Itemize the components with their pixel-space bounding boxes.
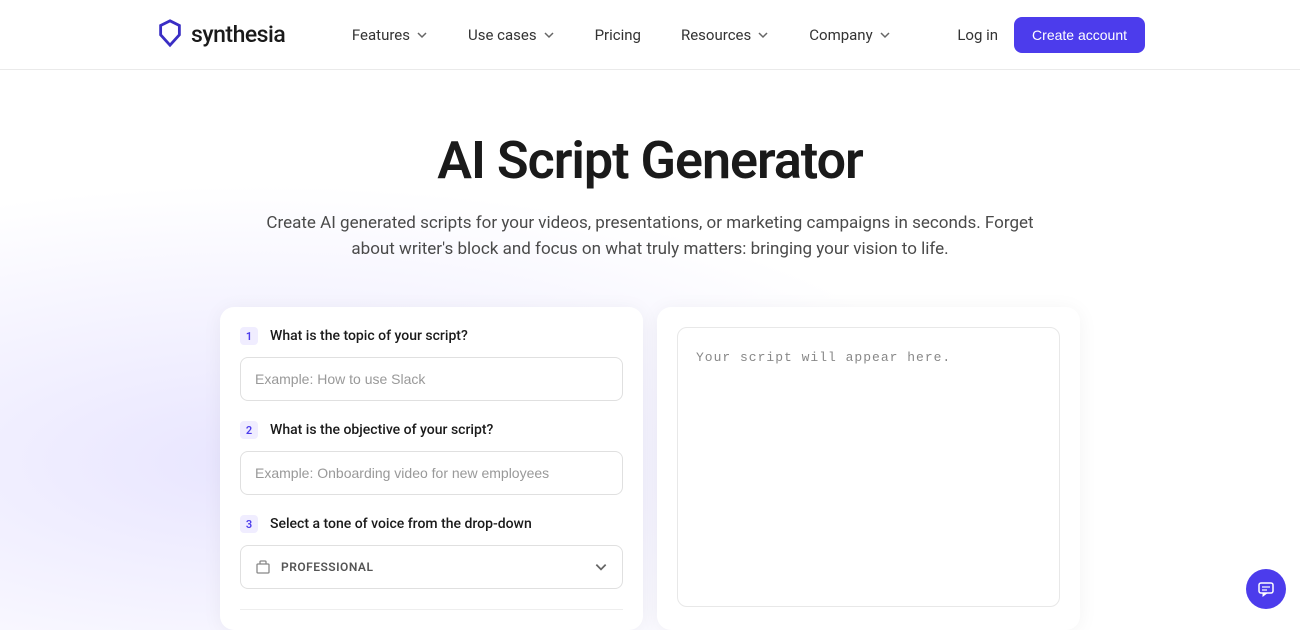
page-subtitle: Create AI generated scripts for your vid…: [260, 211, 1040, 262]
briefcase-icon: [255, 559, 271, 575]
form-group-tone: 3 Select a tone of voice from the drop-d…: [240, 515, 623, 589]
tone-selected-value: PROFESSIONAL: [281, 560, 373, 574]
chat-bubble-button[interactable]: [1246, 569, 1286, 609]
chat-icon: [1257, 580, 1275, 598]
chevron-down-icon: [416, 29, 428, 41]
input-panel: 1 What is the topic of your script? 2 Wh…: [220, 307, 643, 630]
nav-resources[interactable]: Resources: [681, 26, 769, 44]
create-account-button[interactable]: Create account: [1014, 17, 1145, 53]
nav-usecases[interactable]: Use cases: [468, 26, 555, 44]
output-panel: Your script will appear here.: [677, 327, 1060, 607]
topic-label: What is the topic of your script?: [270, 328, 468, 344]
header: synthesia Features Use cases Pricing Res…: [0, 0, 1300, 70]
form-group-objective: 2 What is the objective of your script?: [240, 421, 623, 495]
nav-features[interactable]: Features: [352, 26, 428, 44]
objective-input[interactable]: [240, 451, 623, 495]
main-content: AI Script Generator Create AI generated …: [0, 70, 1300, 630]
form-group-topic: 1 What is the topic of your script?: [240, 327, 623, 401]
step-badge-1: 1: [240, 327, 258, 345]
logo[interactable]: synthesia: [155, 18, 285, 52]
topic-input[interactable]: [240, 357, 623, 401]
tone-label: Select a tone of voice from the drop-dow…: [270, 516, 532, 532]
chevron-down-icon: [879, 29, 891, 41]
step-badge-2: 2: [240, 421, 258, 439]
step-badge-3: 3: [240, 515, 258, 533]
objective-label: What is the objective of your script?: [270, 422, 493, 438]
logo-icon: [155, 18, 185, 52]
page-title: AI Script Generator: [0, 130, 1300, 191]
chevron-down-icon: [757, 29, 769, 41]
tone-select[interactable]: PROFESSIONAL: [240, 545, 623, 589]
nav-company[interactable]: Company: [809, 26, 890, 44]
chevron-down-icon: [543, 29, 555, 41]
chevron-down-icon: [594, 560, 608, 574]
panels-container: 1 What is the topic of your script? 2 Wh…: [220, 307, 1080, 630]
form-divider: [240, 609, 623, 610]
login-link[interactable]: Log in: [957, 26, 998, 44]
main-nav: Features Use cases Pricing Resources Com…: [352, 26, 891, 44]
output-panel-container: Your script will appear here.: [657, 307, 1080, 630]
logo-text: synthesia: [191, 21, 285, 48]
output-placeholder: Your script will appear here.: [696, 350, 951, 365]
nav-pricing[interactable]: Pricing: [595, 26, 641, 44]
header-actions: Log in Create account: [957, 17, 1145, 53]
